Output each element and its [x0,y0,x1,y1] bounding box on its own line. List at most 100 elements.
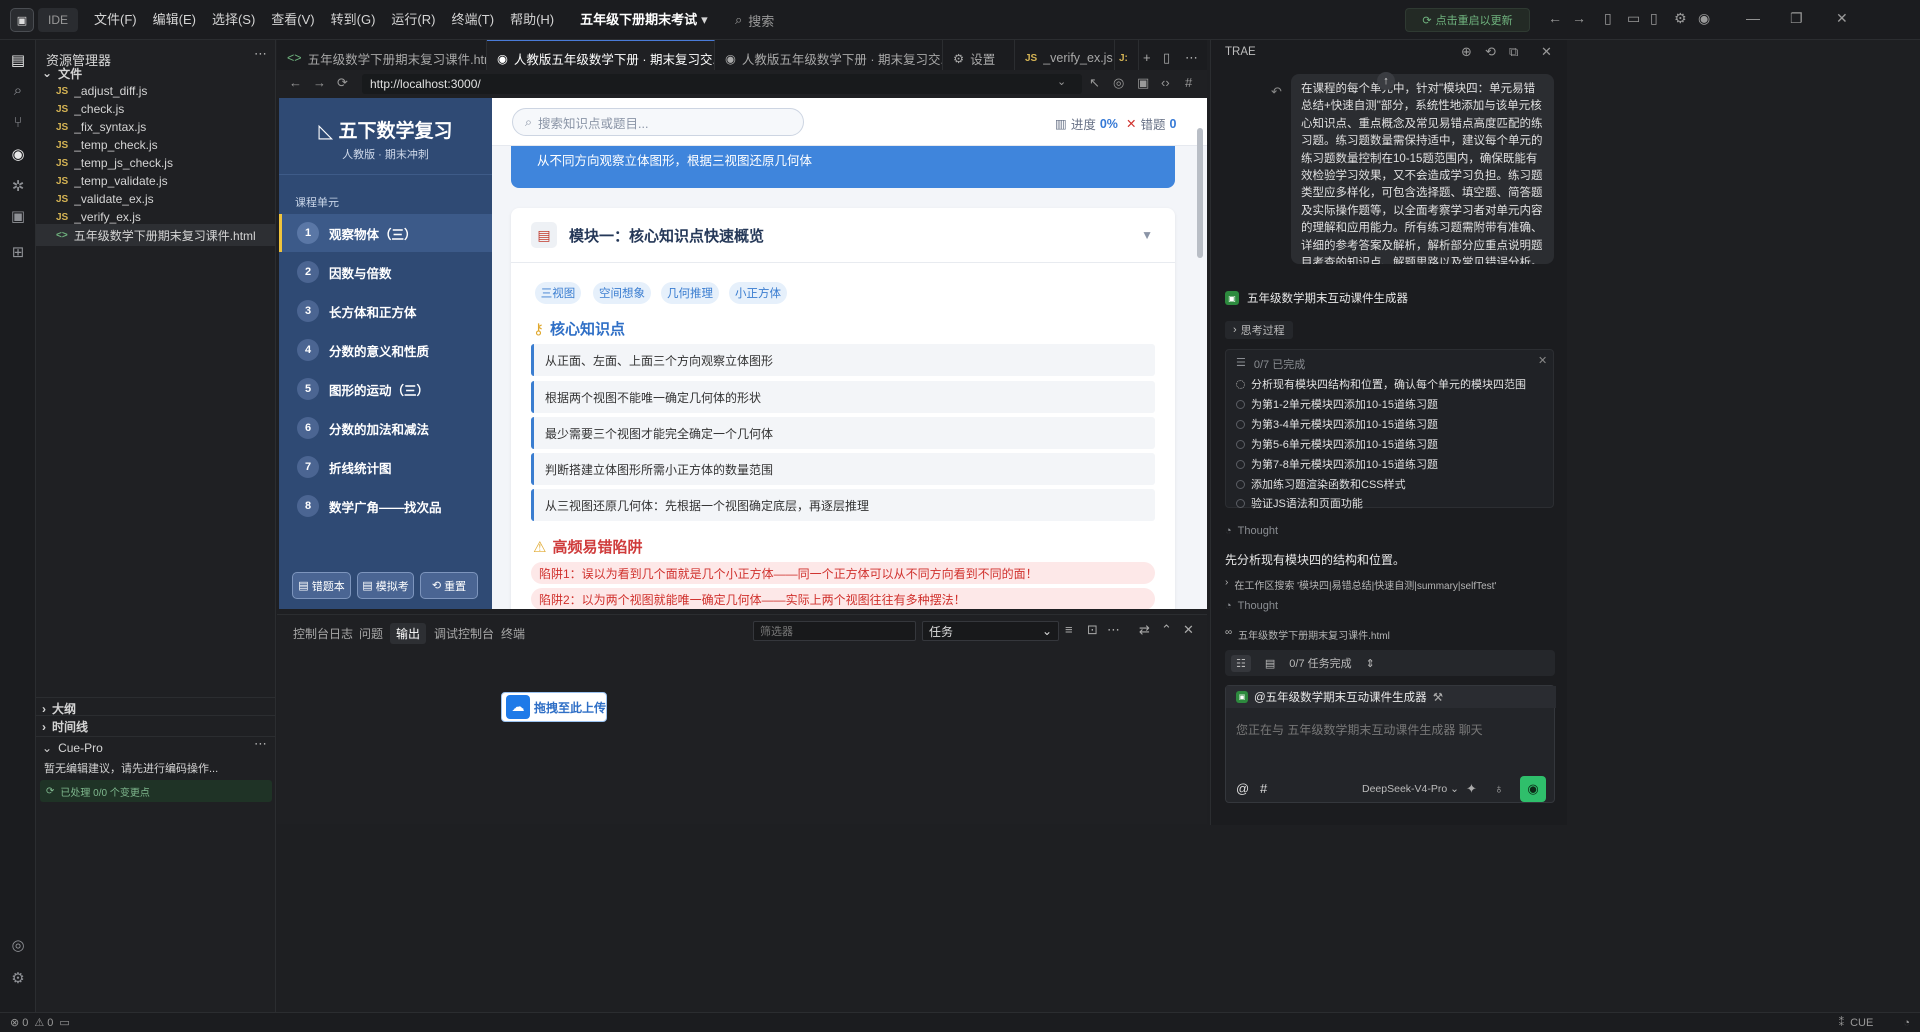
microphone-icon[interactable]: ♁ [1494,781,1504,796]
knowledge-search-input[interactable]: ⌕ 搜索知识点或题目... [512,108,804,136]
maximize-panel-icon[interactable]: ⌃ [1161,622,1172,638]
split-editor-icon[interactable]: ▯ [1163,50,1170,66]
unit-item-2[interactable]: 2 因数与倍数 [279,253,492,291]
file-item-active[interactable]: <> 五年级数学下册期末复习课件.html [36,224,276,246]
scroll-up-icon[interactable]: ↑ [1377,72,1395,90]
unit-item-4[interactable]: 4 分数的意义和性质 [279,331,492,369]
cue-icon[interactable]: ⁑ [1839,1016,1845,1029]
mock-exam-button[interactable]: ▤ 模拟考 [357,572,414,599]
cue-pro-section[interactable]: ⌄ Cue-Pro [36,736,276,758]
app-logo-icon[interactable]: ▣ [10,8,34,32]
add-tab-icon[interactable]: + [1143,50,1151,65]
chat-input[interactable]: 您正在与 五年级数学期末互动课件生成器 聊天 [1236,721,1483,738]
toggle-sidebar-icon[interactable]: ▯ [1604,10,1612,27]
expand-icon[interactable]: ⇕ [1366,657,1375,670]
unit-item-3[interactable]: 3 长方体和正方体 [279,292,492,330]
preview-eye-icon[interactable]: ◉ [6,142,30,166]
task-progress-bar[interactable]: ☷ ▤ 0/7 任务完成 ⇕ [1225,650,1555,676]
wrong-book-button[interactable]: ▤ 错题本 [292,572,351,599]
debug-icon[interactable]: ✲ [6,174,30,198]
reset-button[interactable]: ⟲ 重置 [420,572,478,599]
send-button[interactable]: ◉ [1520,776,1546,802]
forward-arrow-icon[interactable]: → [313,75,326,90]
select-element-icon[interactable]: ↖ [1089,75,1100,91]
thought-step[interactable]: ◔ Thought [1225,600,1278,612]
minimize-icon[interactable]: — [1746,10,1760,26]
module-header[interactable]: ▤ 模块一：核心知识点快速概览 ▼ [511,208,1175,263]
menu-run[interactable]: 运行(R) [383,0,443,40]
menu-file[interactable]: 文件(F) [86,0,145,40]
search-icon[interactable]: ⌕ [6,78,30,102]
document-icon[interactable]: ▤ [1265,657,1275,670]
forward-arrow-icon[interactable]: → [1572,10,1586,26]
menu-terminal[interactable]: 终端(T) [443,0,502,40]
menu-edit[interactable]: 编辑(E) [145,0,204,40]
tab-problems[interactable]: 问题 [353,623,389,644]
menu-view[interactable]: 查看(V) [263,0,322,40]
close-panel-icon[interactable]: ✕ [1183,622,1194,638]
unit-item-7[interactable]: 7 折线统计图 [279,448,492,486]
restore-icon[interactable]: ❐ [1790,10,1803,27]
chat-input-box[interactable]: ▣ @五年级数学期末互动课件生成器 ⚒ 您正在与 五年级数学期末互动课件生成器 … [1225,685,1556,803]
file-reference[interactable]: ∞ 五年级数学下册期末复习课件.html [1225,627,1390,642]
chevron-down-icon[interactable]: ▾ [701,0,708,40]
source-control-icon[interactable]: ⑂ [6,110,30,134]
code-icon[interactable]: ‹› [1161,75,1170,90]
screenshot-icon[interactable]: ▣ [1137,75,1149,91]
more-actions-icon[interactable]: ⋯ [254,46,267,62]
extensions-icon[interactable]: ⊞ [6,240,30,264]
warning-count[interactable]: 0 [47,1017,53,1029]
account-icon[interactable]: ◉ [1698,10,1710,27]
hash-icon[interactable]: # [1185,75,1192,90]
error-icon[interactable]: ⊗ [10,1016,19,1029]
back-arrow-icon[interactable]: ← [289,75,302,90]
manage-gear-icon[interactable]: ⚙ [6,966,30,990]
collapse-arrow-icon[interactable]: ▼ [1141,228,1153,242]
panel-settings-icon[interactable]: ⇄ [1139,622,1150,638]
capture-icon[interactable]: ◎ [1113,75,1124,91]
toggle-panel-icon[interactable]: ▭ [1627,10,1640,27]
error-count[interactable]: 0 [22,1017,28,1029]
back-arrow-icon[interactable]: ← [1548,10,1562,26]
tools-icon[interactable]: ⚒ [1433,690,1443,704]
thought-step[interactable]: ◔ Thought [1225,525,1278,537]
unit-item-8[interactable]: 8 数学广角——找次品 [279,487,492,525]
new-chat-icon[interactable]: ⊕ [1461,44,1472,60]
reload-icon[interactable]: ⟳ [337,75,348,91]
cue-label[interactable]: CUE [1850,1017,1873,1029]
chevron-down-icon[interactable]: ⌄ [1057,75,1066,88]
close-panel-icon[interactable]: ✕ [1541,44,1552,60]
unit-item-1[interactable]: 1 观察物体（三） [279,214,492,252]
tab-output[interactable]: 输出 [390,623,427,644]
sparkle-icon[interactable]: ✦ [1466,781,1477,797]
upload-drop-zone[interactable]: ☁ 拖拽至此上传 [501,692,607,722]
filter-input[interactable]: 筛选器 [753,621,916,641]
menu-go[interactable]: 转到(G) [323,0,384,40]
command-search[interactable]: ⌕ 搜索 [735,10,774,30]
more-actions-icon[interactable]: ⋯ [1185,50,1198,66]
lock-scroll-icon[interactable]: ⊡ [1087,622,1098,638]
hash-icon[interactable]: # [1260,781,1267,796]
unit-item-6[interactable]: 6 分数的加法和减法 [279,409,492,447]
tab-console-log[interactable]: 控制台日志 [287,623,359,644]
settings-gear-icon[interactable]: ⚙ [1674,10,1687,27]
model-select[interactable]: DeepSeek-V4-Pro ⌄ [1362,783,1459,795]
undo-icon[interactable]: ↶ [1271,84,1282,100]
remote-explorer-icon[interactable]: ▣ [6,204,30,228]
timeline-section[interactable]: › 时间线 [36,715,276,737]
notifications-icon[interactable]: ◔ [1903,1017,1910,1029]
unit-item-5[interactable]: 5 图形的运动（三） [279,370,492,408]
more-actions-icon[interactable]: ⋯ [254,736,267,752]
open-external-icon[interactable]: ⧉ [1509,44,1518,60]
workspace-name[interactable]: 五年级下册期末考试 [572,0,705,40]
menu-selection[interactable]: 选择(S) [204,0,263,40]
ide-label[interactable]: IDE [38,8,78,32]
output-channel-select[interactable]: 任务 ⌄ [922,621,1059,641]
more-actions-icon[interactable]: ⋯ [1107,622,1120,638]
task-list-icon[interactable]: ☷ [1231,654,1251,672]
thinking-toggle[interactable]: › 思考过程 [1225,321,1293,339]
history-icon[interactable]: ⟲ [1485,44,1496,60]
collapse-icon[interactable]: ✕ [1538,354,1547,367]
tab-debug-console[interactable]: 调试控制台 [428,623,500,644]
tab-terminal[interactable]: 终端 [495,623,531,644]
